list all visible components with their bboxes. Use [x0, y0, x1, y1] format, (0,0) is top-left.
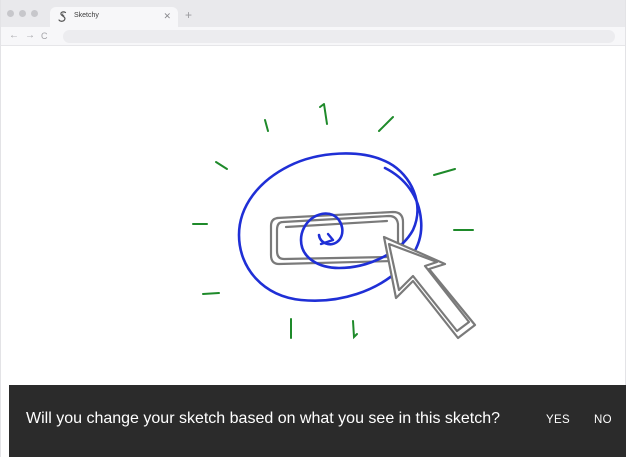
sketch-spiral-arrow: [319, 232, 335, 246]
back-arrow-icon[interactable]: ←: [9, 30, 19, 42]
new-tab-button[interactable]: +: [185, 9, 192, 21]
window-close-dot[interactable]: [7, 10, 14, 17]
forward-arrow-icon[interactable]: →: [25, 30, 35, 42]
yes-button[interactable]: YES: [546, 414, 570, 426]
page-content: [1, 46, 625, 385]
browser-toolbar: ← → C: [1, 27, 625, 46]
tab-sketchy[interactable]: Sketchy ✕: [50, 7, 178, 27]
window-zoom-dot[interactable]: [31, 10, 38, 17]
reload-icon[interactable]: C: [41, 30, 48, 42]
button-click-sketch: [192, 103, 477, 340]
address-bar[interactable]: [63, 30, 615, 43]
browser-window: Sketchy ✕ + ← → C Will you change your s…: [0, 0, 626, 457]
tab-strip: Sketchy ✕ +: [1, 0, 625, 27]
sketchy-logo-icon: [58, 11, 67, 22]
prompt-bar: Will you change your sketch based on wha…: [9, 385, 626, 457]
tab-title: Sketchy: [74, 12, 99, 19]
no-button[interactable]: NO: [594, 414, 612, 426]
window-minimize-dot[interactable]: [19, 10, 26, 17]
close-icon[interactable]: ✕: [163, 10, 171, 22]
sketch-cursor: [382, 235, 477, 340]
prompt-question: Will you change your sketch based on wha…: [26, 410, 501, 427]
